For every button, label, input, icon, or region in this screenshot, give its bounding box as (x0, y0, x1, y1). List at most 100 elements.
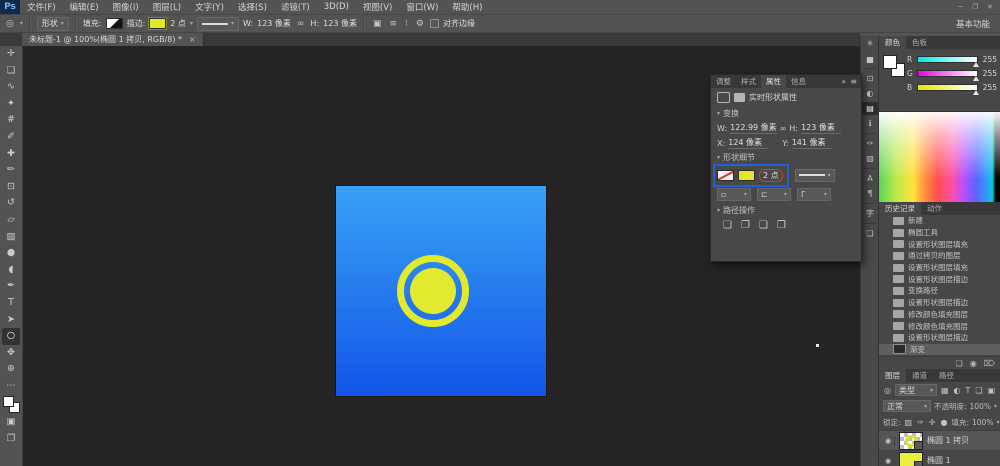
tab-properties[interactable]: 属性 (761, 75, 786, 88)
section-path-operations[interactable]: ▾ 路径操作 (711, 203, 861, 217)
quick-mask-button[interactable]: ▣ (2, 414, 20, 431)
dodge-tool[interactable]: ◖ (2, 262, 20, 279)
blue-value[interactable]: 255 (981, 83, 997, 92)
edit-toolbar-icon[interactable]: ⋯ (2, 378, 20, 395)
layer-name[interactable]: 椭圆 1 (927, 455, 951, 466)
section-transform[interactable]: ▾ 变换 (711, 106, 861, 120)
blend-mode-select[interactable]: 正常 ▾ (883, 400, 931, 412)
link-dimensions-icon[interactable]: ∞ (780, 124, 787, 133)
adjustments-icon[interactable]: ✳ (862, 37, 878, 50)
ellipse-tool[interactable]: ○ (2, 328, 20, 345)
info-icon[interactable]: ℹ (862, 117, 878, 130)
filter-pixel-icon[interactable]: ▦ (940, 386, 950, 395)
menu-filter[interactable]: 滤镜(T) (274, 1, 317, 13)
foreground-background-swatches[interactable] (3, 396, 20, 413)
history-brush-tool[interactable]: ↺ (2, 195, 20, 212)
minimize-icon[interactable]: ─ (959, 3, 963, 11)
tab-history[interactable]: 历史记录 (879, 202, 921, 215)
stroke-width-field[interactable]: 2 点 (759, 169, 783, 182)
shape-stroke-swatch[interactable] (738, 170, 755, 181)
tab-styles[interactable]: 样式 (736, 75, 761, 88)
lock-all-icon[interactable]: ● (940, 418, 949, 427)
screen-mode-button[interactable]: ❐ (2, 431, 20, 448)
history-state[interactable]: 修改颜色填充图层 (879, 309, 1000, 321)
brush-tool[interactable]: ✏ (2, 162, 20, 179)
blue-slider[interactable] (917, 84, 978, 91)
history-state[interactable]: 设置形状图层填充 (879, 238, 1000, 250)
eyedropper-tool[interactable]: ✐ (2, 129, 20, 146)
link-dimensions-icon[interactable]: ∞ (295, 19, 307, 29)
masks-icon[interactable]: ◐ (862, 87, 878, 100)
x-field[interactable]: 124 像素 (728, 137, 768, 149)
color-spectrum-picker[interactable] (879, 111, 1000, 202)
exclude-shape-icon[interactable]: ❒ (777, 220, 786, 231)
tab-adjustments[interactable]: 调整 (711, 75, 736, 88)
red-slider[interactable] (917, 56, 978, 63)
path-select-tool[interactable]: ➤ (2, 312, 20, 329)
restore-icon[interactable]: ❐ (972, 3, 978, 11)
layer-thumbnail[interactable] (899, 432, 923, 450)
history-state[interactable]: 设置形状图层描边 (879, 332, 1000, 344)
tab-info[interactable]: 信息 (786, 75, 811, 88)
menu-view[interactable]: 视图(V) (356, 1, 399, 13)
history-state[interactable]: 椭圆工具 (879, 227, 1000, 239)
history-state-selected[interactable]: 渐变 (879, 344, 1000, 356)
align-edges-checkbox[interactable] (430, 19, 439, 28)
workspace-switcher[interactable]: 基本功能 (956, 18, 1000, 30)
trash-icon[interactable]: ⌦ (984, 359, 995, 368)
lock-paint-icon[interactable]: ✑ (916, 418, 925, 427)
tab-layers[interactable]: 图层 (879, 369, 906, 382)
red-value[interactable]: 255 (981, 55, 997, 64)
history-state[interactable]: 新建 (879, 215, 1000, 227)
marquee-tool[interactable]: ❏ (2, 63, 20, 80)
h-field[interactable]: 123 像素 (801, 122, 841, 134)
menu-type[interactable]: 文字(Y) (188, 1, 231, 13)
tool-preset-caret-icon[interactable]: ▾ (20, 20, 23, 27)
foreground-color-swatch[interactable] (883, 55, 897, 69)
lasso-tool[interactable]: ∿ (2, 79, 20, 96)
filter-type-select[interactable]: 类型 ▾ (895, 384, 937, 396)
hand-tool[interactable]: ✥ (2, 345, 20, 362)
fill-value[interactable]: 100% (972, 418, 993, 427)
history-state[interactable]: 设置形状图层描边 (879, 297, 1000, 309)
fill-swatch[interactable] (106, 18, 123, 29)
history-state[interactable]: 设置形状图层填充 (879, 262, 1000, 274)
subtract-shape-icon[interactable]: ❐ (741, 220, 750, 231)
layer-comps-icon[interactable]: ❏ (862, 227, 878, 240)
healing-tool[interactable]: ✚ (2, 146, 20, 163)
lock-transparency-icon[interactable]: ▨ (904, 418, 914, 427)
menu-file[interactable]: 文件(F) (20, 1, 63, 13)
filter-smart-object-icon[interactable]: ▣ (987, 386, 997, 395)
history-state[interactable]: 设置形状图层描边 (879, 273, 1000, 285)
layer-row-ellipse[interactable]: ◉ 椭圆 1 (879, 450, 1000, 466)
path-operations-icon[interactable]: ▣ (371, 19, 384, 29)
combine-shapes-icon[interactable]: ❏ (723, 220, 732, 231)
paragraph-panel-icon[interactable]: ¶ (862, 187, 878, 200)
eye-visibility-icon[interactable]: ◉ (882, 437, 895, 445)
blur-tool[interactable]: ● (2, 245, 20, 262)
layer-row-ellipse-copy[interactable]: ◉ 椭圆 1 拷贝 (879, 430, 1000, 450)
eye-visibility-icon[interactable]: ◉ (882, 457, 895, 465)
pen-tool[interactable]: ✒ (2, 278, 20, 295)
slider-thumb-icon[interactable] (973, 90, 979, 95)
tool-presets-icon[interactable]: ▨ (862, 152, 878, 165)
lock-position-icon[interactable]: ✛ (928, 418, 937, 427)
stroke-width-value[interactable]: 2 点 (170, 18, 186, 29)
filter-shape-icon[interactable]: ❑ (974, 386, 983, 395)
menu-3d[interactable]: 3D(D) (317, 2, 356, 12)
menu-image[interactable]: 图像(I) (106, 1, 146, 13)
green-slider[interactable] (917, 70, 978, 77)
camera-snapshot-icon[interactable]: ◉ (970, 359, 977, 368)
tab-color[interactable]: 颜色 (879, 36, 906, 49)
tab-actions[interactable]: 动作 (921, 202, 948, 215)
shape-fill-swatch[interactable] (717, 170, 734, 181)
chevron-down-icon[interactable]: ▾ (996, 419, 999, 426)
tab-paths[interactable]: 路径 (933, 369, 960, 382)
slider-thumb-icon[interactable] (973, 76, 979, 81)
stroke-align-select[interactable]: ▫ ▾ (717, 188, 751, 201)
color-swatch-pair[interactable] (883, 53, 907, 79)
tab-channels[interactable]: 通道 (906, 369, 933, 382)
search-icon[interactable]: ◎ (883, 386, 892, 395)
gradient-tool[interactable]: ▧ (2, 229, 20, 246)
tab-swatches[interactable]: 色板 (906, 36, 933, 49)
